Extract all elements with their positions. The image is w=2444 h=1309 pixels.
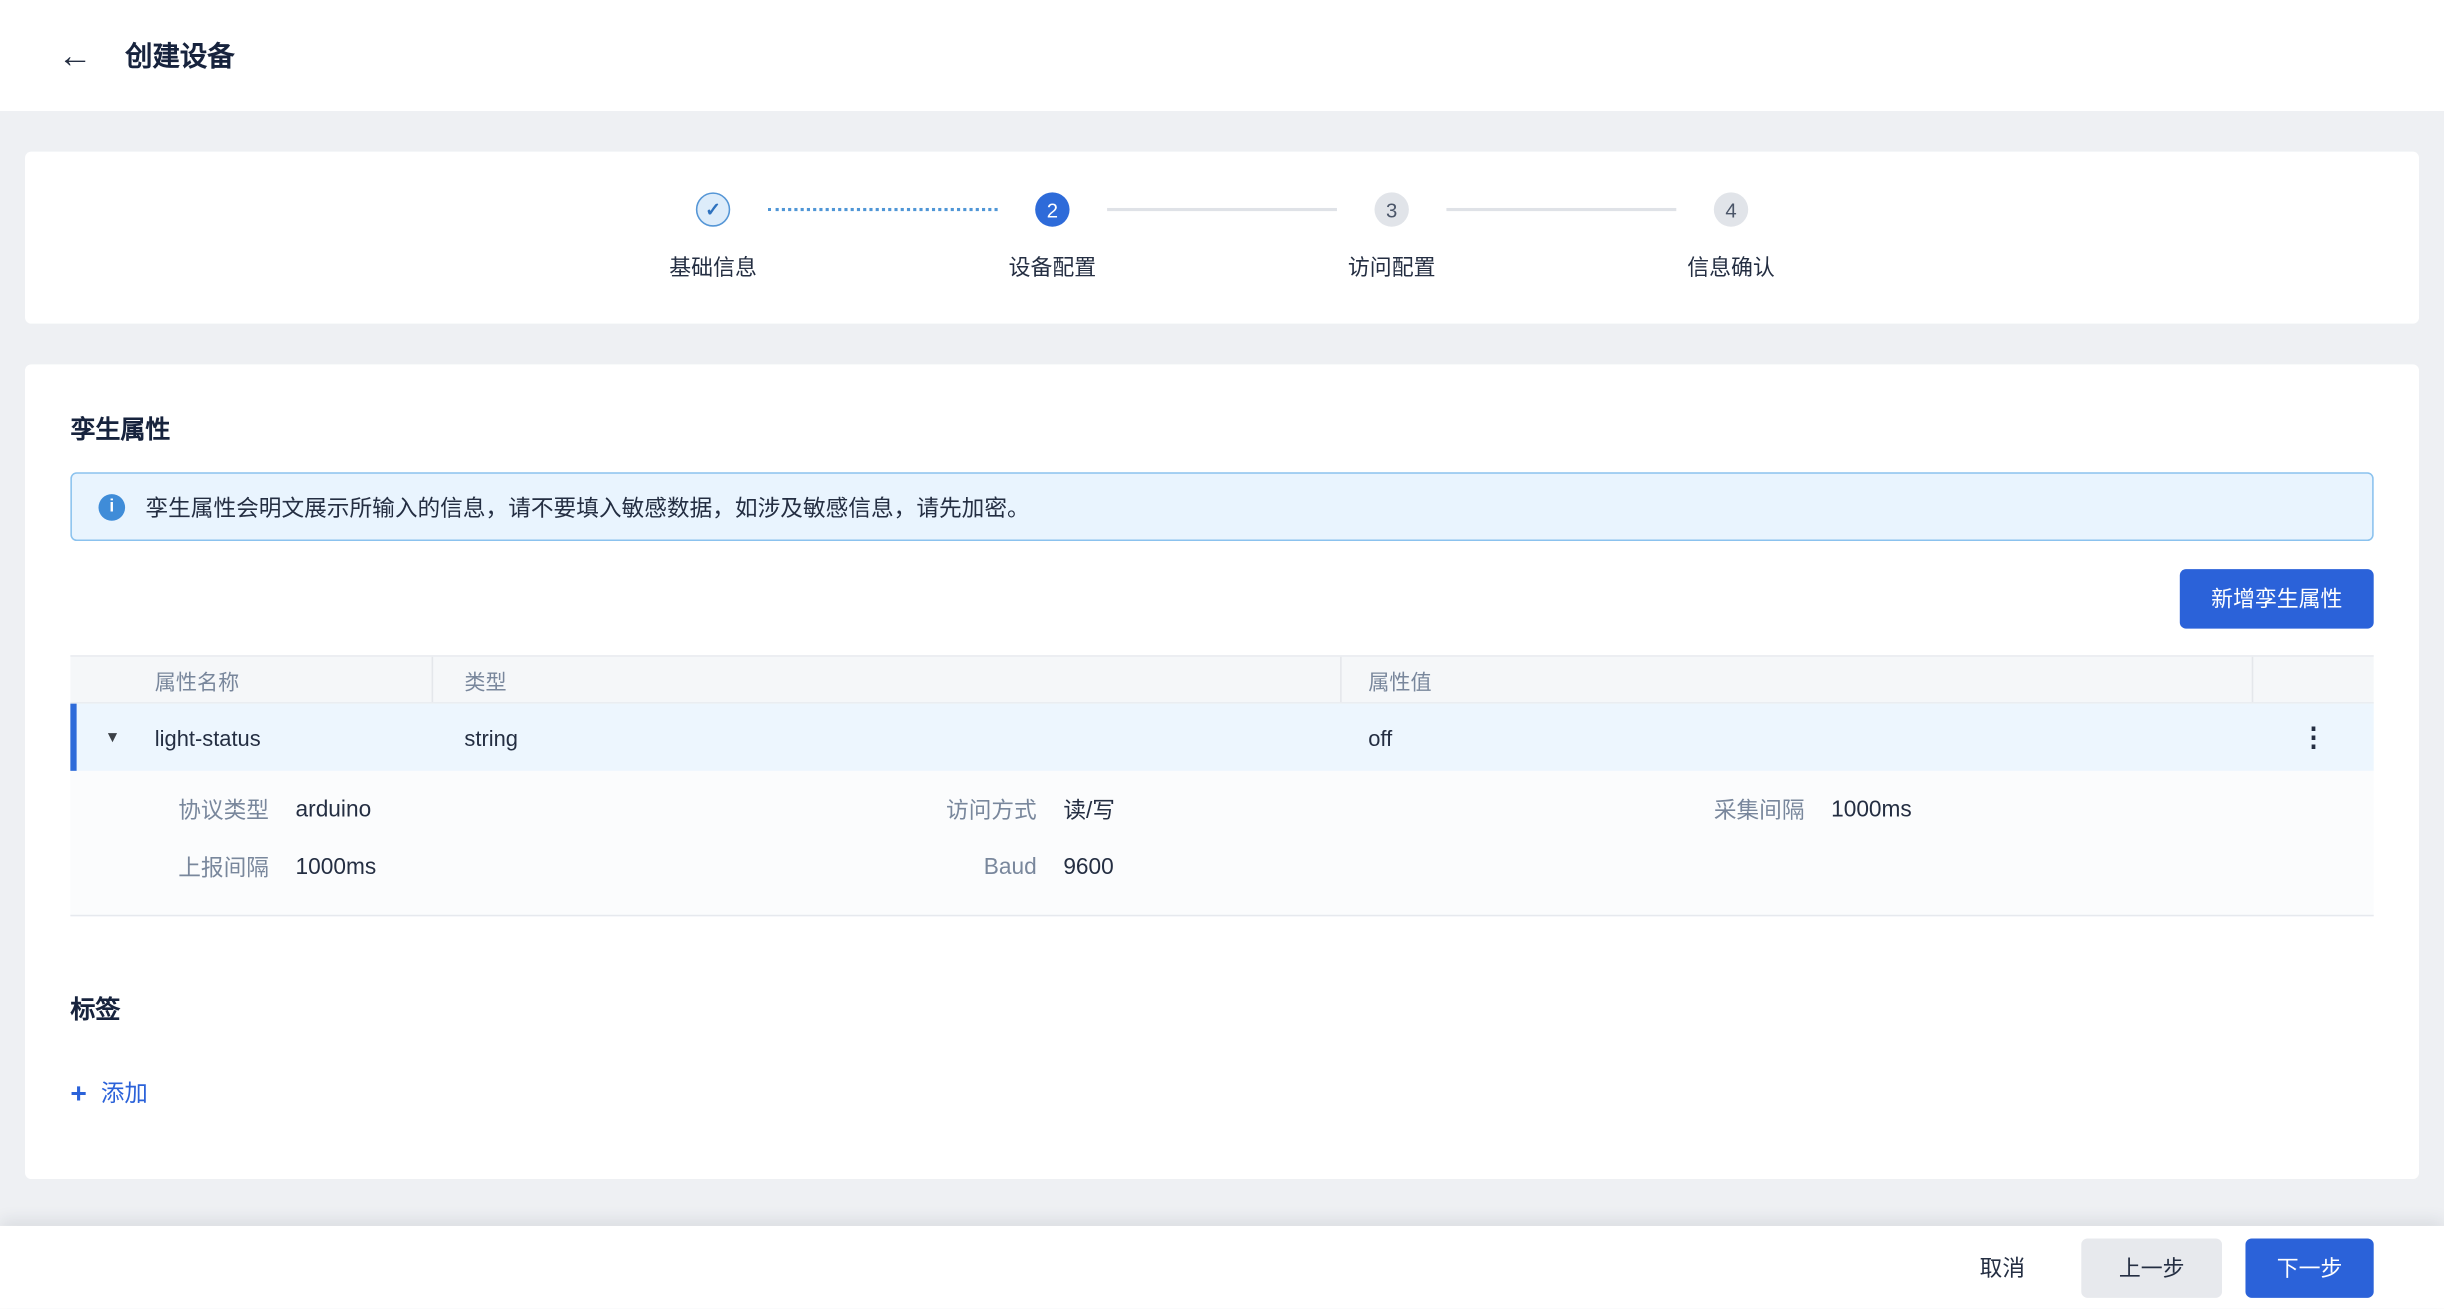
step-access-config: 3 访问配置 [1337, 192, 1446, 283]
row-expanded-details: 协议类型 arduino 访问方式 读/写 采集间隔 1000ms 上报间隔 1… [70, 771, 2373, 916]
footer-bar: 取消 上一步 下一步 [0, 1226, 2444, 1309]
column-header-actions [2253, 657, 2373, 702]
detail-value: 读/写 [1063, 793, 1115, 826]
back-arrow-icon[interactable]: ← [58, 38, 92, 72]
step-connector-3 [1446, 208, 1676, 211]
step-basic-info: ✓ 基础信息 [658, 192, 767, 283]
detail-label: 采集间隔 [1606, 793, 1805, 826]
step-confirm-info: 4 信息确认 [1676, 192, 1785, 283]
detail-label: 协议类型 [70, 793, 269, 826]
detail-access-mode: 访问方式 读/写 [838, 793, 1606, 826]
add-twin-button-row: 新增孪生属性 [70, 569, 2373, 628]
attribute-name: light-status [155, 725, 261, 750]
detail-baud: Baud 9600 [838, 851, 1606, 884]
device-config-card: 孪生属性 i 孪生属性会明文展示所输入的信息，请不要填入敏感数据，如涉及敏感信息… [25, 364, 2419, 1179]
kebab-menu-icon[interactable]: ⋮ [2300, 724, 2327, 751]
previous-step-button[interactable]: 上一步 [2081, 1238, 2222, 1297]
step-4-label: 信息确认 [1687, 252, 1775, 283]
plus-icon: + [70, 1078, 86, 1106]
step-3-number: 3 [1374, 192, 1408, 226]
step-4-number: 4 [1714, 192, 1748, 226]
create-device-page: ← 创建设备 ✓ 基础信息 2 设备配置 3 访问配置 4 信息确认 [0, 0, 2444, 1309]
step-1-check-icon: ✓ [696, 192, 730, 226]
next-step-button[interactable]: 下一步 [2245, 1238, 2373, 1297]
steps-card: ✓ 基础信息 2 设备配置 3 访问配置 4 信息确认 [25, 152, 2419, 324]
add-tag-link[interactable]: + 添加 [70, 1076, 147, 1109]
table-row[interactable]: ▼ light-status string off ⋮ [70, 704, 2373, 771]
step-2-label: 设备配置 [1009, 252, 1097, 283]
table-header-row: 属性名称 类型 属性值 [70, 655, 2373, 703]
detail-collect-interval: 采集间隔 1000ms [1606, 793, 2374, 826]
column-header-value: 属性值 [1342, 657, 2254, 702]
step-device-config: 2 设备配置 [998, 192, 1107, 283]
tags-title: 标签 [70, 988, 2373, 1026]
alert-text: 孪生属性会明文展示所输入的信息，请不要填入敏感数据，如涉及敏感信息，请先加密。 [145, 490, 1029, 523]
cancel-button[interactable]: 取消 [1980, 1251, 2025, 1284]
column-header-name: 属性名称 [70, 657, 433, 702]
twin-attributes-table: 属性名称 类型 属性值 ▼ light-status string off ⋮ [70, 655, 2373, 916]
info-icon: i [99, 493, 126, 520]
detail-grid: 协议类型 arduino 访问方式 读/写 采集间隔 1000ms 上报间隔 1… [70, 793, 2373, 884]
step-3-label: 访问配置 [1348, 252, 1436, 283]
attribute-value: off [1342, 725, 2254, 750]
detail-value: arduino [296, 797, 372, 822]
detail-protocol-type: 协议类型 arduino [70, 793, 838, 826]
add-twin-attribute-button[interactable]: 新增孪生属性 [2180, 569, 2374, 628]
step-connector-1 [768, 208, 998, 211]
step-connector-2 [1107, 208, 1337, 211]
page-title: 创建设备 [125, 36, 234, 75]
detail-label: 上报间隔 [70, 851, 269, 884]
row-name-cell: ▼ light-status [77, 725, 434, 750]
detail-value: 1000ms [296, 855, 377, 880]
step-2-number: 2 [1035, 192, 1069, 226]
detail-value: 1000ms [1831, 797, 1912, 822]
column-header-type: 类型 [433, 657, 1342, 702]
step-1-label: 基础信息 [669, 252, 757, 283]
twin-attributes-title: 孪生属性 [70, 408, 2373, 446]
top-bar: ← 创建设备 [0, 0, 2444, 111]
detail-report-interval: 上报间隔 1000ms [70, 851, 838, 884]
detail-empty [1606, 851, 2374, 884]
twin-attributes-alert: i 孪生属性会明文展示所输入的信息，请不要填入敏感数据，如涉及敏感信息，请先加密… [70, 472, 2373, 541]
attribute-type: string [433, 725, 1342, 750]
add-tag-label: 添加 [101, 1076, 148, 1109]
detail-value: 9600 [1063, 855, 1113, 880]
step-wizard: ✓ 基础信息 2 设备配置 3 访问配置 4 信息确认 [658, 192, 1785, 283]
detail-label: 访问方式 [838, 793, 1037, 826]
detail-label: Baud [838, 855, 1037, 880]
collapse-caret-icon[interactable]: ▼ [105, 729, 120, 746]
row-actions-cell: ⋮ [2253, 724, 2373, 751]
